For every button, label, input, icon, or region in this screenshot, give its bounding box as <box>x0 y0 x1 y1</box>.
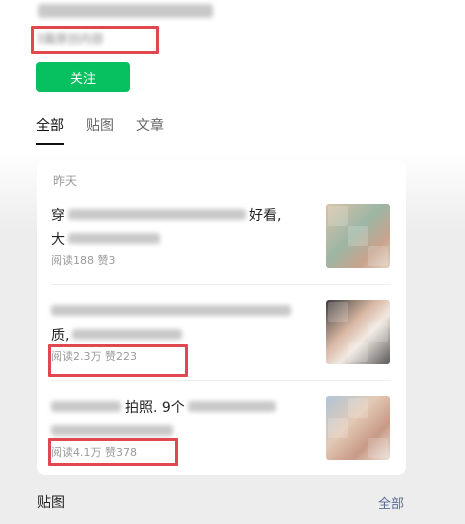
tab-articles[interactable]: 文章 <box>136 115 164 145</box>
date-label: 昨天 <box>53 174 78 188</box>
follow-button[interactable]: 关注 <box>36 62 130 92</box>
article-title-end: 好看, <box>249 208 282 224</box>
collage-image-icon <box>326 396 390 460</box>
article-title-line2: 大 <box>51 232 65 248</box>
feed-card: 昨天 穿好看, 大 阅读188 赞3 质, 阅读2.3万 赞223 拍照. 9个… <box>37 160 406 475</box>
article-item[interactable]: 穿 好看, 大 阅读188 赞3 <box>51 204 391 274</box>
article-title-start: 穿 <box>51 208 65 224</box>
article-title: 穿 好看, 大 <box>51 204 309 252</box>
article-title: 质, <box>51 300 309 348</box>
article-stats: 阅读188 赞3 <box>51 254 116 267</box>
collage-image-icon <box>326 300 390 364</box>
annotation-box <box>31 26 159 54</box>
article-title-end: 拍照. 9个 <box>125 400 185 416</box>
view-all-link[interactable]: 全部 <box>378 493 404 512</box>
collage-image-icon <box>326 204 390 268</box>
tab-posts[interactable]: 贴图 <box>86 115 114 145</box>
article-title-line2: 质, <box>51 328 70 344</box>
tab-all[interactable]: 全部 <box>36 115 64 145</box>
annotation-box <box>48 344 188 377</box>
divider <box>51 284 391 285</box>
section-label: 贴图 <box>37 495 65 511</box>
article-title: 拍照. 9个 <box>51 396 309 444</box>
tab-bar: 全部 贴图 文章 <box>36 115 164 145</box>
account-name <box>38 4 213 22</box>
annotation-box <box>48 438 178 466</box>
divider <box>51 380 391 381</box>
